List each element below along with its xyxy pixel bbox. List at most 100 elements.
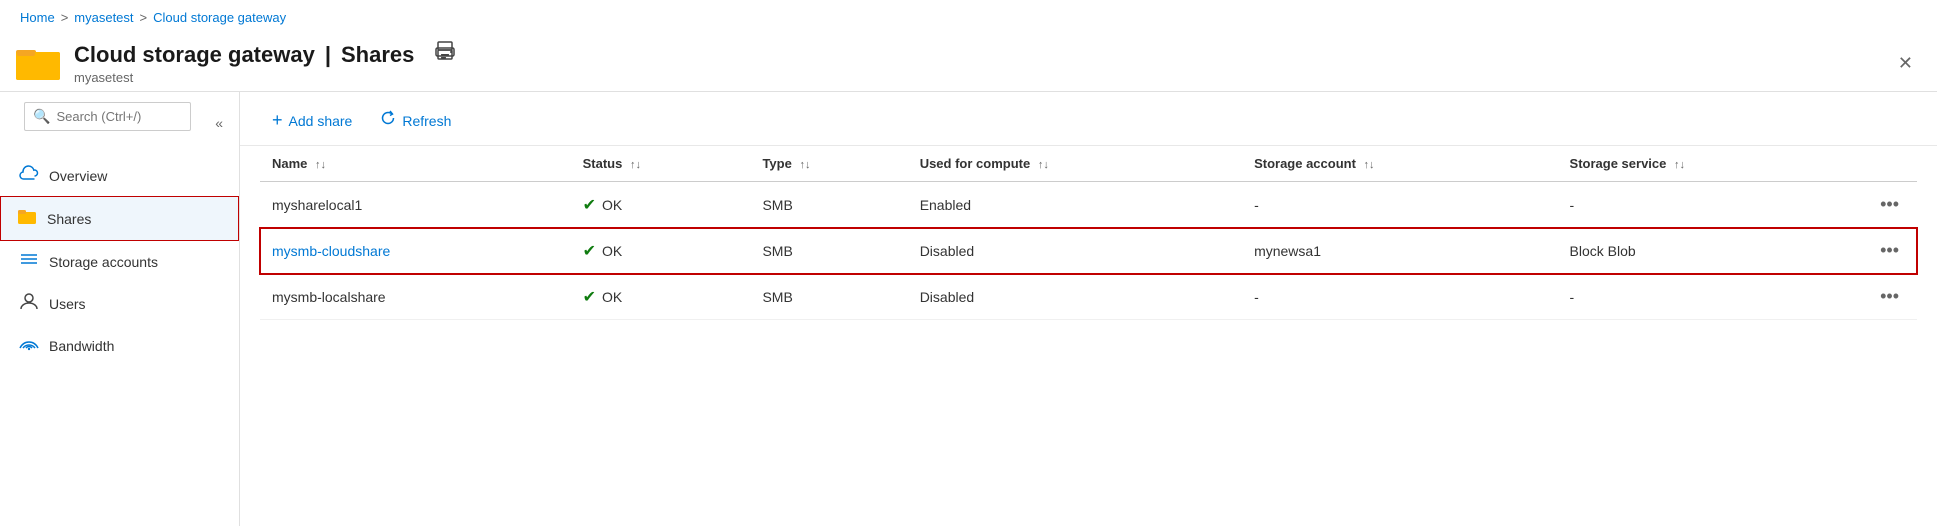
- add-icon: +: [272, 110, 283, 131]
- cell-name: mysharelocal1: [260, 182, 571, 228]
- collapse-button[interactable]: «: [211, 113, 227, 133]
- add-share-label: Add share: [289, 113, 353, 129]
- cell-used-for-compute: Disabled: [908, 274, 1242, 320]
- cell-used-for-compute: Disabled: [908, 228, 1242, 274]
- print-icon[interactable]: [434, 41, 456, 68]
- sidebar-item-users[interactable]: Users: [0, 282, 239, 325]
- folder-icon: [16, 44, 60, 82]
- cell-type: SMB: [750, 274, 907, 320]
- col-compute[interactable]: Used for compute ↑↓: [908, 146, 1242, 182]
- cloud-icon: [19, 165, 39, 186]
- cell-storage-service: -: [1558, 182, 1863, 228]
- cell-name: mysmb-localshare: [260, 274, 571, 320]
- status-label: OK: [602, 197, 622, 213]
- status-ok-icon: ✔: [583, 241, 596, 261]
- bandwidth-icon: [19, 335, 39, 356]
- header-separator: |: [325, 42, 331, 68]
- add-share-button[interactable]: + Add share: [260, 104, 364, 137]
- toolbar: + Add share Refresh: [240, 92, 1937, 146]
- sidebar: 🔍 « Overview: [0, 92, 240, 526]
- cell-name: mysmb-cloudshare: [260, 228, 571, 274]
- col-storage-service-label: Storage service: [1570, 156, 1667, 171]
- cell-storage-service: Block Blob: [1558, 228, 1863, 274]
- header-title-main: Cloud storage gateway | Shares: [74, 41, 456, 68]
- col-storage-service-sort[interactable]: ↑↓: [1674, 159, 1685, 171]
- cell-storage-account: mynewsa1: [1242, 228, 1557, 274]
- shares-folder-icon: [17, 207, 37, 230]
- col-name[interactable]: Name ↑↓: [260, 146, 571, 182]
- col-type[interactable]: Type ↑↓: [750, 146, 907, 182]
- table-body: mysharelocal1✔OKSMBEnabled--•••mysmb-clo…: [260, 182, 1917, 320]
- header-subtitle: myasetest: [74, 70, 456, 85]
- table-row[interactable]: mysharelocal1✔OKSMBEnabled--•••: [260, 182, 1917, 228]
- content-area: + Add share Refresh: [240, 92, 1937, 526]
- breadcrumb: Home > myasetest > Cloud storage gateway: [0, 0, 1937, 35]
- status-ok-icon: ✔: [583, 195, 596, 215]
- search-box[interactable]: 🔍: [24, 102, 191, 131]
- sidebar-item-storage-accounts[interactable]: Storage accounts: [0, 241, 239, 282]
- refresh-button[interactable]: Refresh: [368, 104, 463, 137]
- header-title-container: Cloud storage gateway | Shares: [74, 41, 456, 85]
- shares-table: Name ↑↓ Status ↑↓ Type ↑↓: [260, 146, 1917, 320]
- col-type-sort[interactable]: ↑↓: [799, 159, 810, 171]
- shares-table-container: Name ↑↓ Status ↑↓ Type ↑↓: [240, 146, 1937, 526]
- sidebar-item-overview-label: Overview: [49, 168, 107, 184]
- cell-status: ✔ OK: [571, 182, 751, 228]
- cell-type: SMB: [750, 182, 907, 228]
- sidebar-item-shares[interactable]: Shares: [0, 196, 239, 241]
- cell-type: SMB: [750, 228, 907, 274]
- header-section-name: Shares: [341, 42, 414, 68]
- refresh-label: Refresh: [402, 113, 451, 129]
- status-label: OK: [602, 243, 622, 259]
- col-status-sort[interactable]: ↑↓: [630, 159, 641, 171]
- breadcrumb-sep2: >: [140, 10, 148, 25]
- col-storage-account-sort[interactable]: ↑↓: [1364, 159, 1375, 171]
- sidebar-item-bandwidth-label: Bandwidth: [49, 338, 114, 354]
- col-status-label: Status: [583, 156, 623, 171]
- status-ok-icon: ✔: [583, 287, 596, 307]
- sidebar-item-users-label: Users: [49, 296, 86, 312]
- more-actions-button[interactable]: •••: [1874, 238, 1905, 263]
- sidebar-item-overview[interactable]: Overview: [0, 155, 239, 196]
- col-storage-account[interactable]: Storage account ↑↓: [1242, 146, 1557, 182]
- cell-storage-service: -: [1558, 274, 1863, 320]
- header-resource-name: Cloud storage gateway: [74, 42, 315, 68]
- breadcrumb-home[interactable]: Home: [20, 10, 55, 25]
- cell-storage-account: -: [1242, 182, 1557, 228]
- table-header-row: Name ↑↓ Status ↑↓ Type ↑↓: [260, 146, 1917, 182]
- cell-status: ✔ OK: [571, 274, 751, 320]
- table-row[interactable]: mysmb-cloudshare ✔ OK SMBDisabledmynewsa1Bl…: [260, 228, 1917, 274]
- col-name-sort[interactable]: ↑↓: [315, 159, 326, 171]
- more-actions-button[interactable]: •••: [1874, 192, 1905, 217]
- col-type-label: Type: [762, 156, 791, 171]
- sidebar-item-bandwidth[interactable]: Bandwidth: [0, 325, 239, 366]
- search-input[interactable]: [56, 109, 182, 124]
- cell-storage-account: -: [1242, 274, 1557, 320]
- cell-more-actions: •••: [1862, 228, 1917, 274]
- header-left: Cloud storage gateway | Shares: [16, 41, 456, 85]
- cell-status: ✔ OK: [571, 228, 751, 274]
- close-button[interactable]: ✕: [1894, 49, 1917, 78]
- search-icon: 🔍: [33, 108, 50, 125]
- more-actions-button[interactable]: •••: [1874, 284, 1905, 309]
- sidebar-item-shares-label: Shares: [47, 211, 91, 227]
- col-compute-label: Used for compute: [920, 156, 1031, 171]
- sidebar-item-storage-accounts-label: Storage accounts: [49, 254, 158, 270]
- col-compute-sort[interactable]: ↑↓: [1038, 159, 1049, 171]
- status-label: OK: [602, 289, 622, 305]
- breadcrumb-current[interactable]: Cloud storage gateway: [153, 10, 286, 25]
- col-actions: [1862, 146, 1917, 182]
- breadcrumb-myasetest[interactable]: myasetest: [74, 10, 133, 25]
- col-status[interactable]: Status ↑↓: [571, 146, 751, 182]
- cell-more-actions: •••: [1862, 182, 1917, 228]
- page-header: Cloud storage gateway | Shares: [0, 35, 1937, 92]
- main-layout: 🔍 « Overview: [0, 92, 1937, 526]
- refresh-icon: [380, 110, 396, 131]
- breadcrumb-sep1: >: [61, 10, 69, 25]
- storage-accounts-icon: [19, 251, 39, 272]
- users-icon: [19, 292, 39, 315]
- col-name-label: Name: [272, 156, 307, 171]
- col-storage-service[interactable]: Storage service ↑↓: [1558, 146, 1863, 182]
- table-row[interactable]: mysmb-localshare✔OKSMBDisabled--•••: [260, 274, 1917, 320]
- cell-more-actions: •••: [1862, 274, 1917, 320]
